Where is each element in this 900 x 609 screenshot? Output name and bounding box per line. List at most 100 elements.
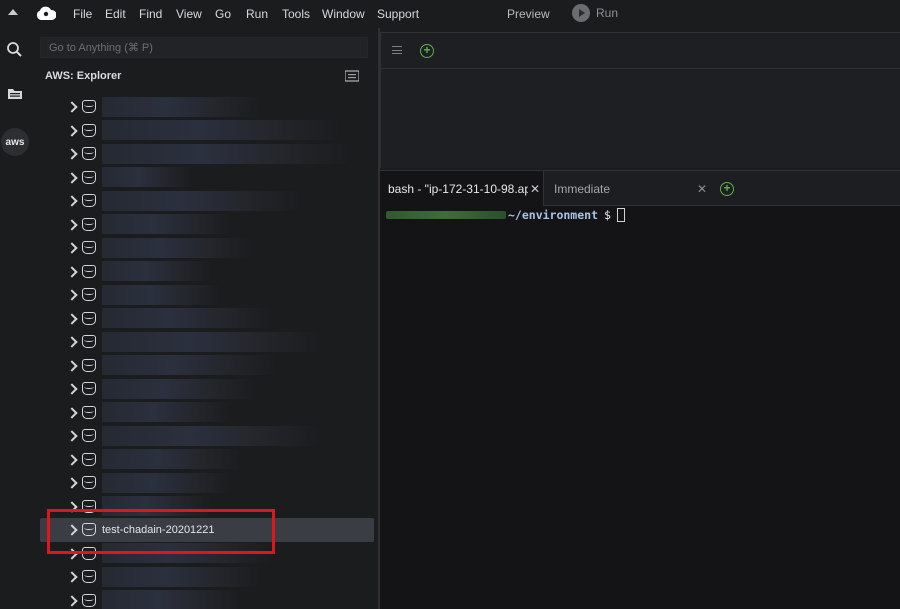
- menu-go[interactable]: Go: [215, 7, 231, 21]
- chevron-right-icon[interactable]: [66, 125, 78, 137]
- redacted-label: [102, 190, 302, 211]
- folder-icon[interactable]: [5, 84, 25, 104]
- menu-icon[interactable]: [392, 46, 402, 54]
- explorer-menu-icon[interactable]: [345, 70, 359, 82]
- close-icon[interactable]: ✕: [530, 182, 540, 196]
- menu-run[interactable]: Run: [246, 7, 268, 21]
- chevron-right-icon[interactable]: [66, 454, 78, 466]
- chevron-right-icon[interactable]: [66, 595, 78, 607]
- tree-node[interactable]: [40, 283, 374, 307]
- tree-node[interactable]: [40, 166, 374, 190]
- tree-node[interactable]: [40, 260, 374, 284]
- editor-tab-bar: +: [381, 33, 900, 69]
- go-to-anything-input[interactable]: Go to Anything (⌘ P): [40, 37, 368, 58]
- s3-bucket-icon: [82, 593, 96, 607]
- s3-bucket-icon: [82, 335, 96, 349]
- menu-window[interactable]: Window: [322, 7, 365, 21]
- redacted-label: [102, 425, 322, 446]
- tree-node[interactable]: [40, 354, 374, 378]
- terminal-pane: bash - "ip-172-31-10-98.ap ✕ Immediate ✕…: [380, 170, 900, 609]
- tree-node[interactable]: [40, 377, 374, 401]
- chevron-right-icon[interactable]: [66, 477, 78, 489]
- prompt-symbol: $: [604, 208, 611, 222]
- chevron-right-icon[interactable]: [66, 242, 78, 254]
- play-icon: [572, 4, 590, 22]
- s3-bucket-icon: [82, 405, 96, 419]
- s3-bucket-icon: [82, 382, 96, 396]
- tree-node[interactable]: [40, 471, 374, 495]
- terminal-cursor: [616, 208, 625, 222]
- tree-node[interactable]: [40, 401, 374, 425]
- tab-bash[interactable]: bash - "ip-172-31-10-98.ap ✕: [380, 171, 544, 206]
- menu-view[interactable]: View: [176, 7, 202, 21]
- tree-node[interactable]: [40, 565, 374, 589]
- redacted-label: [102, 308, 272, 329]
- redacted-label: [102, 214, 232, 235]
- activity-rail: aws: [0, 28, 30, 609]
- tree-node[interactable]: [40, 589, 374, 609]
- chevron-right-icon[interactable]: [66, 571, 78, 583]
- chevron-right-icon[interactable]: [66, 430, 78, 442]
- menu-find[interactable]: Find: [139, 7, 162, 21]
- chevron-right-icon[interactable]: [66, 195, 78, 207]
- s3-bucket-icon: [82, 241, 96, 255]
- tree-node[interactable]: [40, 330, 374, 354]
- tree-node[interactable]: [40, 307, 374, 331]
- run-label: Run: [596, 6, 619, 20]
- search-icon[interactable]: [5, 40, 25, 60]
- add-terminal-icon[interactable]: +: [720, 182, 734, 196]
- chevron-right-icon[interactable]: [66, 266, 78, 278]
- chevron-right-icon[interactable]: [66, 407, 78, 419]
- s3-bucket-icon: [82, 311, 96, 325]
- chevron-right-icon[interactable]: [66, 383, 78, 395]
- tree-node[interactable]: [40, 424, 374, 448]
- redacted-label: [102, 472, 232, 493]
- tree-node[interactable]: [40, 448, 374, 472]
- chevron-right-icon[interactable]: [66, 360, 78, 372]
- s3-bucket-icon: [82, 358, 96, 372]
- terminal-prompt-line[interactable]: ~/environment $: [386, 208, 625, 222]
- redacted-label: [102, 355, 277, 376]
- collapse-arrow-icon[interactable]: [8, 9, 18, 15]
- chevron-right-icon[interactable]: [66, 101, 78, 113]
- highlight-annotation: [47, 509, 275, 554]
- preview-button[interactable]: Preview: [507, 7, 550, 21]
- chevron-right-icon[interactable]: [66, 172, 78, 184]
- menu-support[interactable]: Support: [377, 7, 419, 21]
- s3-bucket-icon: [82, 264, 96, 278]
- cloud9-logo-icon[interactable]: [36, 6, 56, 22]
- tree-node[interactable]: [40, 189, 374, 213]
- redacted-label: [102, 120, 342, 141]
- s3-bucket-icon: [82, 476, 96, 490]
- editor-pane: +: [380, 32, 900, 168]
- redacted-label: [102, 378, 257, 399]
- s3-bucket-icon: [82, 147, 96, 161]
- tab-immediate[interactable]: Immediate ✕: [546, 171, 707, 206]
- tab-label: bash - "ip-172-31-10-98.ap: [388, 181, 528, 196]
- s3-bucket-icon: [82, 170, 96, 184]
- tree-node[interactable]: [40, 236, 374, 260]
- redacted-label: [102, 261, 212, 282]
- chevron-right-icon[interactable]: [66, 219, 78, 231]
- s3-bucket-icon: [82, 570, 96, 584]
- menu-edit[interactable]: Edit: [105, 7, 126, 21]
- close-icon[interactable]: ✕: [697, 182, 707, 196]
- tree-node[interactable]: [40, 213, 374, 237]
- tab-label: Immediate: [554, 181, 611, 196]
- chevron-right-icon[interactable]: [66, 289, 78, 301]
- s3-bucket-icon: [82, 288, 96, 302]
- tree-node[interactable]: [40, 142, 374, 166]
- menu-tools[interactable]: Tools: [282, 7, 310, 21]
- chevron-right-icon[interactable]: [66, 313, 78, 325]
- run-button[interactable]: Run: [572, 4, 618, 22]
- s3-bucket-icon: [82, 100, 96, 114]
- aws-icon[interactable]: aws: [1, 128, 29, 156]
- chevron-right-icon[interactable]: [66, 148, 78, 160]
- add-tab-icon[interactable]: +: [420, 44, 434, 58]
- s3-bucket-icon: [82, 123, 96, 137]
- redacted-label: [102, 167, 192, 188]
- tree-node[interactable]: [40, 119, 374, 143]
- chevron-right-icon[interactable]: [66, 336, 78, 348]
- menu-file[interactable]: File: [73, 7, 92, 21]
- tree-node[interactable]: [40, 95, 374, 119]
